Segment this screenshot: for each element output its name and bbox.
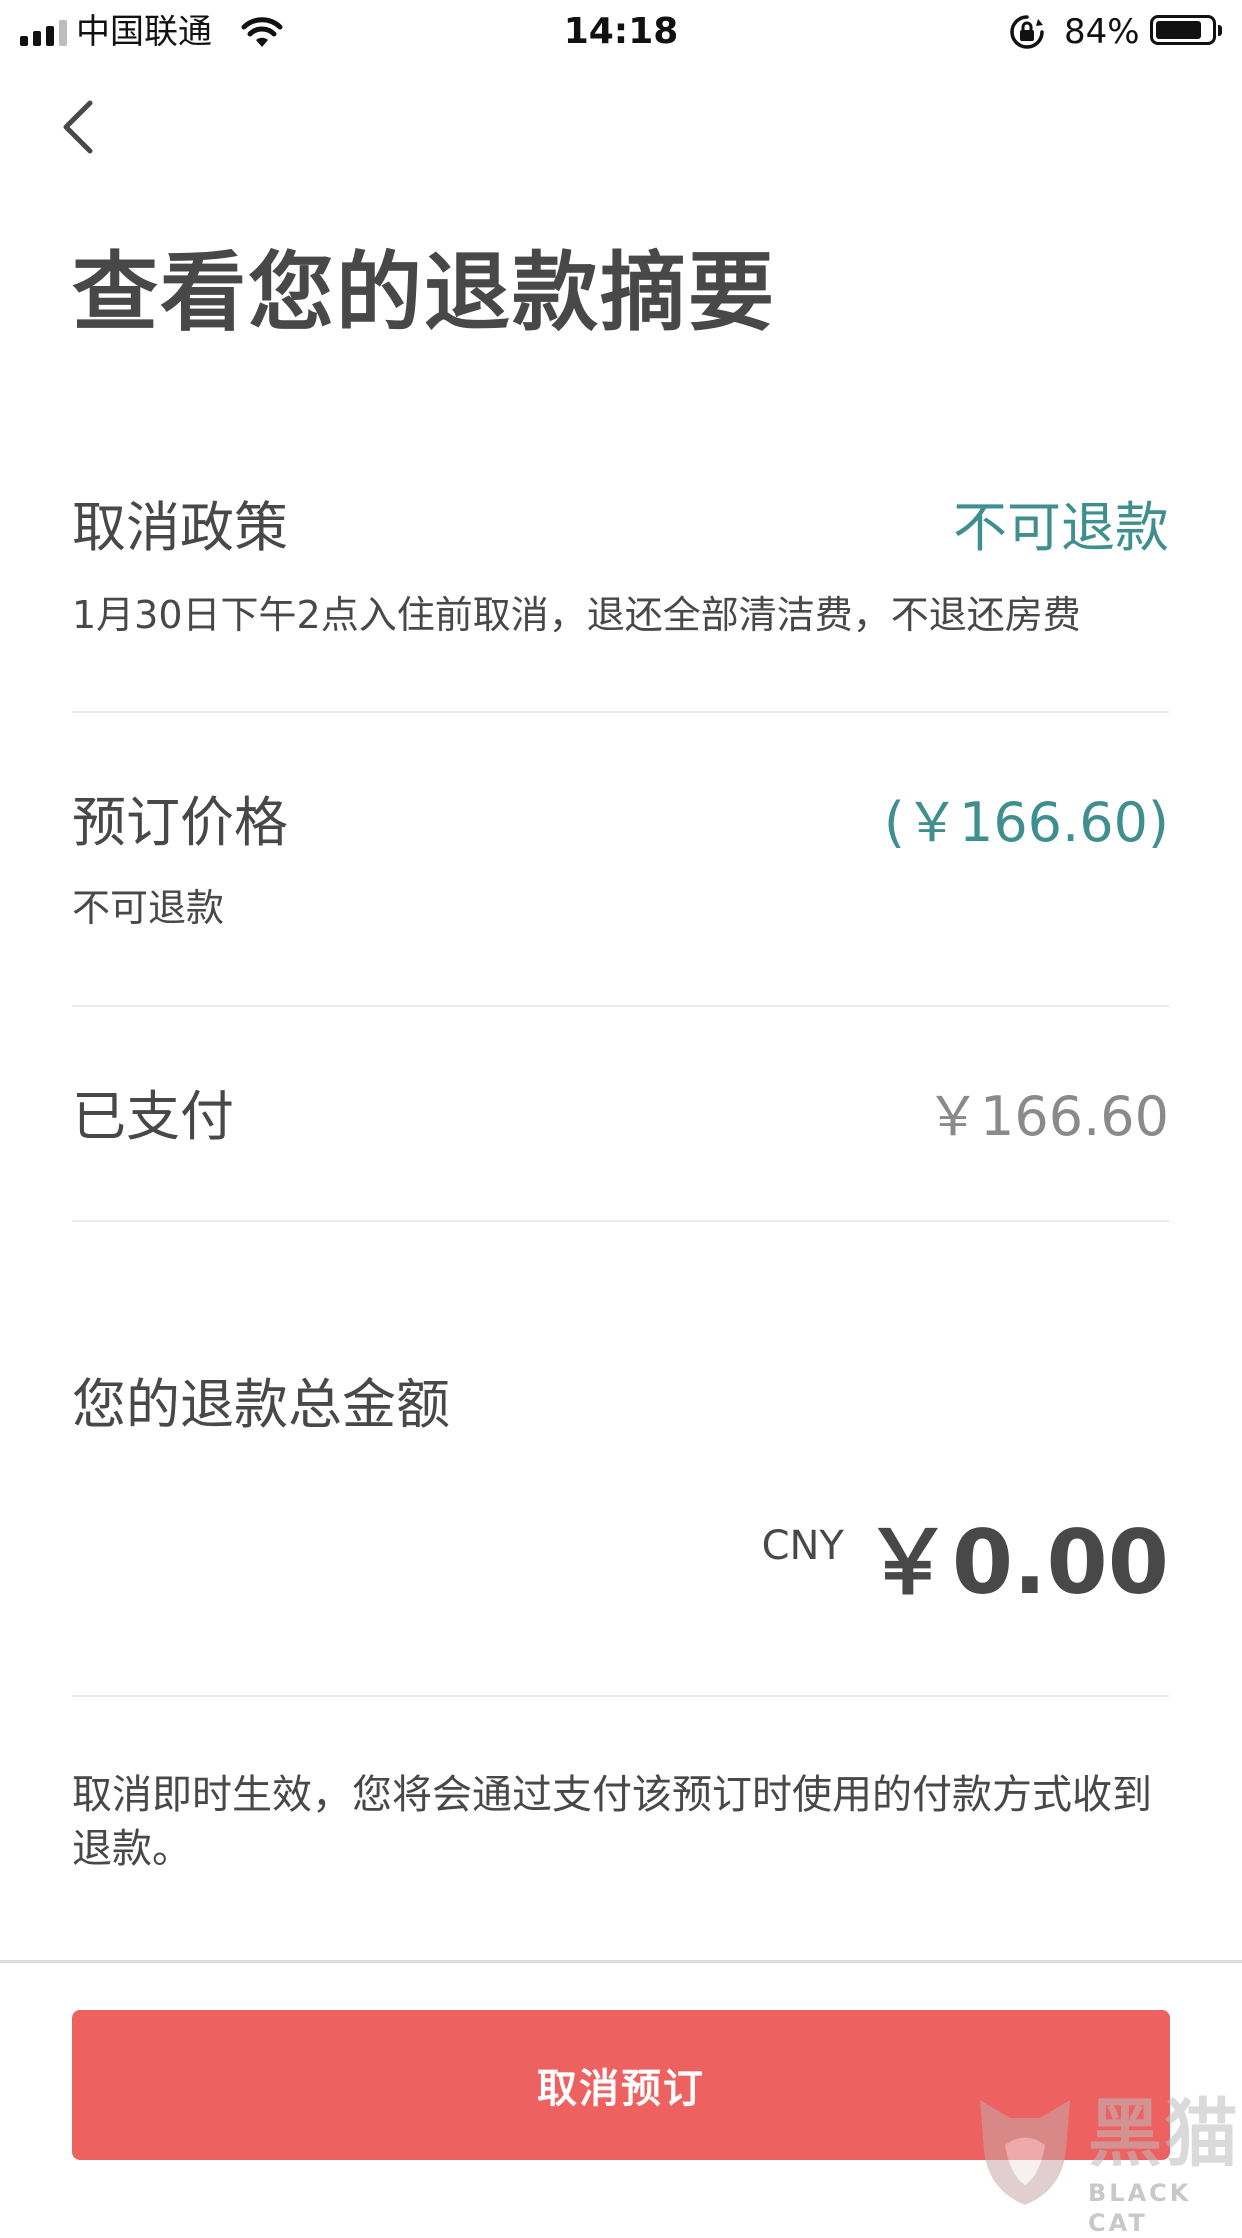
policy-label: 取消政策 bbox=[72, 496, 288, 559]
total-refund-amount: CNY ￥0.00 bbox=[762, 1508, 1169, 1618]
footer-divider bbox=[0, 1960, 1242, 1963]
paid-value: ￥166.60 bbox=[926, 1085, 1169, 1148]
rotation-lock-icon bbox=[1010, 15, 1044, 49]
total-currency: CNY bbox=[761, 1523, 844, 1569]
policy-value[interactable]: 不可退款 bbox=[953, 493, 1169, 563]
divider bbox=[72, 1005, 1169, 1007]
black-cat-watermark: 黑猫 BLACK CAT bbox=[970, 2090, 1242, 2237]
divider bbox=[72, 1695, 1169, 1697]
paid-label: 已支付 bbox=[72, 1085, 234, 1148]
status-time: 14:18 bbox=[563, 11, 679, 52]
booking-price-detail: 不可退款 bbox=[72, 886, 225, 930]
booking-price-label: 预订价格 bbox=[72, 791, 288, 854]
refund-note: 取消即时生效，您将会通过支付该预订时使用的付款方式收到退款。 bbox=[72, 1772, 1152, 1872]
watermark-text: 黑猫 bbox=[1088, 2091, 1240, 2177]
battery-percent: 84% bbox=[1064, 12, 1140, 52]
watermark-subtext: BLACK CAT bbox=[1088, 2179, 1192, 2237]
policy-detail: 1月30日下午2点入住前取消，退还全部清洁费，不退还房费 bbox=[72, 593, 1081, 637]
chevron-left-icon bbox=[63, 100, 93, 154]
back-button[interactable] bbox=[60, 92, 120, 162]
booking-price-value: (￥166.60) bbox=[883, 791, 1169, 854]
battery-level-fill bbox=[1156, 21, 1201, 39]
battery-icon bbox=[1150, 15, 1222, 45]
total-refund-label: 您的退款总金额 bbox=[72, 1373, 450, 1436]
total-value: ￥0.00 bbox=[863, 1511, 1169, 1614]
black-cat-logo-icon bbox=[980, 2100, 1070, 2205]
page-title: 查看您的退款摘要 bbox=[72, 243, 776, 343]
status-bar: 中国联通 14:18 84% bbox=[0, 0, 1242, 62]
divider bbox=[72, 711, 1169, 713]
divider bbox=[72, 1220, 1169, 1222]
